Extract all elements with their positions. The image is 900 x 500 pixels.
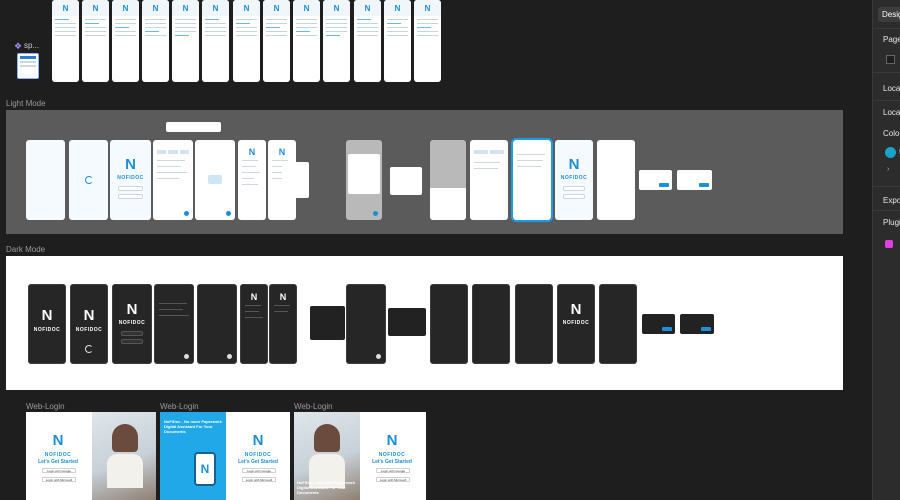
expand-chevron-icon[interactable]: ›: [887, 166, 889, 173]
section-label-web3[interactable]: Web-Login: [294, 402, 333, 411]
export-label[interactable]: Expo: [883, 196, 900, 205]
dark-empty-screen[interactable]: [197, 284, 237, 364]
documents-screen[interactable]: [153, 140, 193, 220]
hero-photo-2: NoFiDoc - No more Paperwork Digital Assi…: [294, 412, 360, 500]
component-preview[interactable]: [17, 53, 39, 79]
confirm-dialog[interactable]: [639, 170, 672, 190]
dark-sidebar-screen-2[interactable]: N: [269, 284, 297, 364]
options-sheet[interactable]: [390, 167, 422, 195]
screen-thumbnail[interactable]: N: [293, 0, 320, 82]
screen-thumbnail[interactable]: N: [52, 0, 79, 82]
empty-state-screen[interactable]: [195, 140, 235, 220]
sidebar-screen[interactable]: N: [238, 140, 266, 220]
screen-thumbnail[interactable]: N: [233, 0, 260, 82]
design-tab[interactable]: Design: [878, 7, 900, 22]
properties-panel: Design Page Local Local Color t › Expo P…: [872, 0, 900, 500]
share-screen[interactable]: [346, 140, 382, 220]
screen-thumbnail[interactable]: N: [142, 0, 169, 82]
local-variables-label[interactable]: Local: [883, 84, 900, 93]
dark-bottom-sheet-screen[interactable]: [430, 284, 468, 364]
dark-confirm-dialog[interactable]: [642, 314, 675, 334]
dark-account-screen[interactable]: N NOFIDOC: [557, 284, 595, 364]
toolbar-component[interactable]: [166, 122, 221, 132]
screen-thumbnail[interactable]: N: [82, 0, 109, 82]
account-screen[interactable]: N NOFIDOC: [555, 140, 593, 220]
screen-thumbnail[interactable]: N: [384, 0, 411, 82]
color-style-swatch[interactable]: [885, 147, 896, 158]
dark-documents-screen[interactable]: [154, 284, 194, 364]
section-label-light[interactable]: Light Mode: [6, 99, 46, 108]
page-color-swatch[interactable]: [886, 55, 895, 64]
popup-menu[interactable]: [282, 162, 309, 198]
splash-screen[interactable]: [26, 140, 65, 220]
local-styles-label[interactable]: Local: [883, 108, 900, 117]
hero-illustration: NoFiDoc - No more Paperwork Digital Assi…: [160, 412, 226, 500]
web-login-1[interactable]: N NOFIDOC Let's Get Started Login with G…: [26, 412, 156, 500]
list-screen[interactable]: [470, 140, 508, 220]
dark-login-screen[interactable]: N NOFIDOC: [112, 284, 152, 364]
dark-mode-frame[interactable]: N NOFIDOC N NOFIDOC N NOFIDOC N N N NOFI…: [6, 256, 843, 390]
manage-access-screen[interactable]: [511, 138, 553, 222]
plugin-icon[interactable]: [885, 240, 893, 248]
dark-loading-screen[interactable]: N NOFIDOC: [70, 284, 108, 364]
bottom-sheet-screen[interactable]: [430, 140, 466, 220]
plugins-label[interactable]: Plugi: [883, 218, 900, 227]
screen-thumbnail[interactable]: N: [323, 0, 350, 82]
web-login-2[interactable]: NoFiDoc - No more Paperwork Digital Assi…: [160, 412, 290, 500]
loading-screen[interactable]: [69, 140, 108, 220]
web-login-3[interactable]: NoFiDoc - No more Paperwork Digital Assi…: [294, 412, 426, 500]
color-styles-label: Color: [883, 129, 900, 138]
section-label-dark[interactable]: Dark Mode: [6, 245, 45, 254]
page-section-label[interactable]: Page: [883, 35, 900, 44]
section-label-web2[interactable]: Web-Login: [160, 402, 199, 411]
screen-thumbnail[interactable]: N: [112, 0, 139, 82]
component-name[interactable]: sp...: [24, 41, 39, 50]
dark-share-screen[interactable]: [346, 284, 386, 364]
settings-screen[interactable]: [597, 140, 635, 220]
rename-dialog[interactable]: [677, 170, 712, 190]
screen-thumbnail[interactable]: N: [202, 0, 229, 82]
component-icon: ❖: [14, 41, 23, 51]
dark-manage-access-screen[interactable]: [515, 284, 553, 364]
section-label-web1[interactable]: Web-Login: [26, 402, 65, 411]
dark-settings-screen[interactable]: [599, 284, 637, 364]
screen-thumbnail[interactable]: N: [414, 0, 441, 82]
screen-thumbnail[interactable]: N: [263, 0, 290, 82]
screen-thumbnail[interactable]: N: [354, 0, 381, 82]
dark-options-sheet[interactable]: [388, 308, 426, 336]
dark-list-screen[interactable]: [472, 284, 510, 364]
screen-thumbnail[interactable]: N: [172, 0, 199, 82]
dark-splash-screen[interactable]: N NOFIDOC: [28, 284, 66, 364]
dark-popup-menu[interactable]: [310, 306, 345, 340]
design-canvas[interactable]: N N N N N N N N N N N N N ❖ sp... Light …: [0, 0, 900, 500]
login-screen[interactable]: N NOFIDOC: [110, 140, 151, 220]
dark-rename-dialog[interactable]: [680, 314, 714, 334]
light-mode-frame[interactable]: N NOFIDOC N N N NOFIDOC: [6, 110, 843, 234]
dark-sidebar-screen[interactable]: N: [240, 284, 268, 364]
hero-photo: [92, 412, 156, 500]
